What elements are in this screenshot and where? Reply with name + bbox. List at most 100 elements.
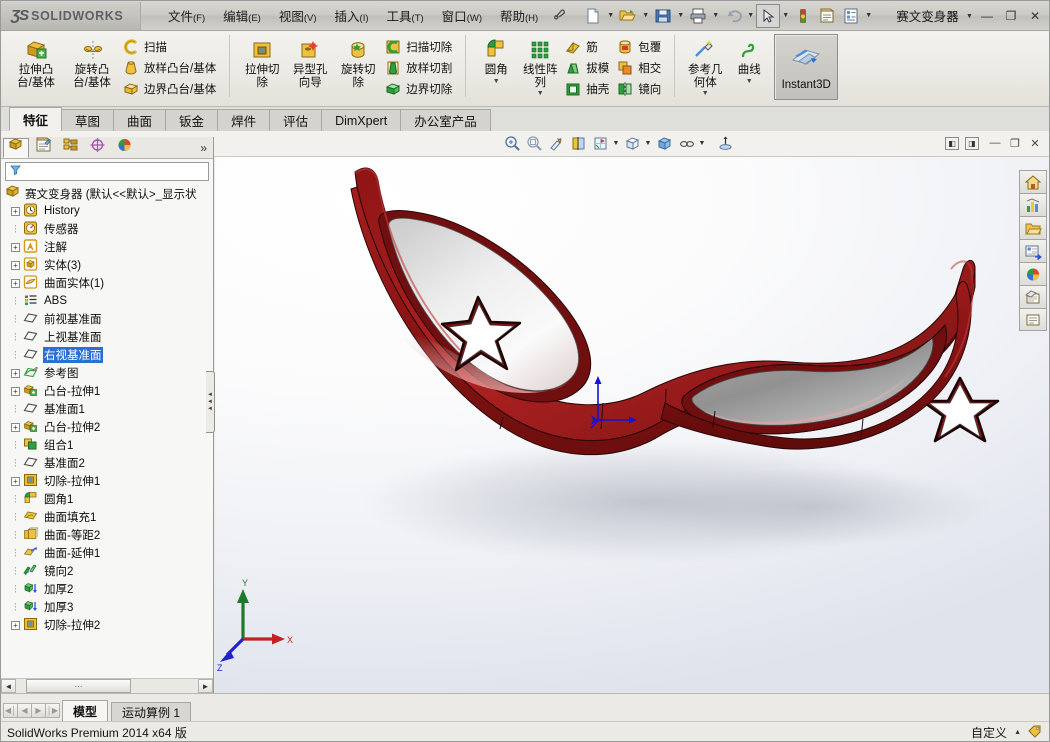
feature-tree-item[interactable]: ABS xyxy=(1,292,213,310)
display-style-caret[interactable]: ▼ xyxy=(643,133,653,155)
fillet-caret[interactable]: ▼ xyxy=(475,78,517,85)
close-window-icon[interactable]: ✕ xyxy=(1025,133,1045,153)
apply-scene-icon[interactable] xyxy=(714,133,736,155)
feature-tree-item[interactable]: 曲面-延伸1 xyxy=(1,544,213,562)
feature-tree-item[interactable]: + 凸台-拉伸1 xyxy=(1,382,213,400)
minimize-button[interactable]: — xyxy=(975,5,999,27)
model-3d-view[interactable]: Y X Z xyxy=(215,157,1050,693)
feature-tree-item[interactable]: + 切除-拉伸1 xyxy=(1,472,213,490)
expand-toggle[interactable]: + xyxy=(11,422,20,432)
swept-boss-button[interactable]: 扫描 xyxy=(120,36,221,57)
open-document-icon[interactable] xyxy=(616,4,640,28)
select-caret[interactable]: ▼ xyxy=(780,4,791,28)
feature-tree-item[interactable]: 曲面填充1 xyxy=(1,508,213,526)
print-icon[interactable] xyxy=(686,4,710,28)
feature-tree-item[interactable]: 上视基准面 xyxy=(1,328,213,346)
scroll-right-arrow[interactable]: ► xyxy=(198,679,213,693)
expand-panel-chevron[interactable]: » xyxy=(200,141,207,155)
extruded-cut-button[interactable]: 拉伸切除 xyxy=(238,33,286,90)
feature-tree-item[interactable]: 组合1 xyxy=(1,436,213,454)
solidworks-resources-icon[interactable] xyxy=(1019,193,1047,216)
graphics-area[interactable]: Y X Z xyxy=(215,157,1050,693)
save-caret[interactable]: ▼ xyxy=(675,4,686,28)
options-icon[interactable] xyxy=(815,4,839,28)
customize-label[interactable]: 自定义 xyxy=(971,724,1007,741)
custom-properties-icon[interactable] xyxy=(1019,308,1047,331)
draft-button[interactable]: 拔模 xyxy=(562,57,614,78)
feature-tree-item[interactable]: 基准面1 xyxy=(1,400,213,418)
feature-tree-item[interactable]: + 凸台-拉伸2 xyxy=(1,418,213,436)
save-icon[interactable] xyxy=(651,4,675,28)
display-style-icon[interactable] xyxy=(621,133,643,155)
scroll-thumb[interactable]: ⋯ xyxy=(26,679,131,693)
new-document-icon[interactable] xyxy=(581,4,605,28)
feature-tree-item[interactable]: + 切除-拉伸2 xyxy=(1,616,213,634)
feature-tree-item[interactable]: + 参考图 xyxy=(1,364,213,382)
feature-tree-item[interactable]: 圆角1 xyxy=(1,490,213,508)
doc-tab-model[interactable]: 模型 xyxy=(62,700,109,721)
tab-surfaces[interactable]: 曲面 xyxy=(113,109,167,131)
feature-tree-root[interactable]: 赛文变身器 (默认<<默认>_显示状 xyxy=(1,185,213,202)
design-library-icon[interactable] xyxy=(1019,216,1047,239)
feature-tree-filter[interactable] xyxy=(5,162,209,181)
feature-tree-horizontal-scrollbar[interactable]: ◄ ⋯ ► xyxy=(1,678,213,693)
feature-tree-item[interactable]: 基准面2 xyxy=(1,454,213,472)
next-tab-button[interactable]: ▶ xyxy=(31,703,46,718)
print-caret[interactable]: ▼ xyxy=(710,4,721,28)
restore-pane-left-icon[interactable]: ◧ xyxy=(945,136,959,150)
scroll-left-arrow[interactable]: ◄ xyxy=(1,679,16,693)
tab-display-manager[interactable] xyxy=(111,138,137,158)
doc-tab-motion-study-1[interactable]: 运动算例 1 xyxy=(111,702,192,721)
tab-sheet-metal[interactable]: 钣金 xyxy=(165,109,219,131)
open-document-caret[interactable]: ▼ xyxy=(640,4,651,28)
curves-caret[interactable]: ▼ xyxy=(728,78,770,85)
last-tab-button[interactable]: │▶ xyxy=(45,703,60,718)
expand-toggle[interactable]: + xyxy=(11,242,20,252)
boundary-boss-button[interactable]: 边界凸台/基体 xyxy=(120,78,221,99)
section-view-icon[interactable] xyxy=(567,133,589,155)
swept-cut-button[interactable]: 扫描切除 xyxy=(382,36,457,57)
menu-view[interactable]: 视图(V) xyxy=(270,2,326,29)
intersect-button[interactable]: 相交 xyxy=(614,57,666,78)
pin-icon[interactable] xyxy=(552,7,567,25)
menu-insert[interactable]: 插入(I) xyxy=(326,2,378,29)
zoom-to-fit-icon[interactable] xyxy=(501,133,523,155)
feature-tree-item[interactable]: 镜向2 xyxy=(1,562,213,580)
help-icon[interactable]: ? xyxy=(940,5,964,27)
reference-geometry-button[interactable]: 参考几 何体 ▼ xyxy=(683,33,727,98)
feature-tree-item[interactable]: + 注解 xyxy=(1,238,213,256)
mirror-button[interactable]: 镜向 xyxy=(614,78,666,99)
feature-tree-item[interactable]: 加厚2 xyxy=(1,580,213,598)
rebuild-icon[interactable] xyxy=(791,4,815,28)
tab-office-products[interactable]: 办公室产品 xyxy=(400,109,491,131)
curves-button[interactable]: 曲线 ▼ xyxy=(727,33,771,86)
first-tab-button[interactable]: ◀│ xyxy=(3,703,18,718)
view-orientation-icon[interactable] xyxy=(589,133,611,155)
rib-button[interactable]: 筋 xyxy=(562,36,614,57)
hide-show-items-icon[interactable] xyxy=(653,133,675,155)
wrap-button[interactable]: 包覆 xyxy=(614,36,666,57)
instant3d-button[interactable]: Instant3D xyxy=(774,34,839,100)
document-properties-icon[interactable] xyxy=(839,4,863,28)
feature-tree-item[interactable]: 加厚3 xyxy=(1,598,213,616)
feature-tree-item[interactable]: 传感器 xyxy=(1,220,213,238)
feature-tree-item[interactable]: 右视基准面 xyxy=(1,346,213,364)
appearance-caret[interactable]: ▼ xyxy=(697,133,707,155)
feature-tree-filter-input[interactable] xyxy=(22,164,208,179)
help-caret[interactable]: ▼ xyxy=(964,4,975,28)
expand-toggle[interactable]: + xyxy=(11,386,20,396)
undo-icon[interactable] xyxy=(721,4,745,28)
view-orientation-caret[interactable]: ▼ xyxy=(611,133,621,155)
prev-tab-button[interactable]: ◀ xyxy=(17,703,32,718)
previous-view-icon[interactable] xyxy=(545,133,567,155)
tab-configuration-manager[interactable] xyxy=(57,138,83,158)
extruded-boss-base-button[interactable]: 拉伸凸 台/基体 xyxy=(8,33,64,90)
tag-icon[interactable] xyxy=(1028,724,1043,741)
tab-dimxpert-manager[interactable] xyxy=(84,138,110,158)
expand-toggle[interactable]: + xyxy=(11,206,20,216)
feature-tree-item[interactable]: 前视基准面 xyxy=(1,310,213,328)
scroll-track[interactable]: ⋯ xyxy=(16,679,198,693)
menu-edit[interactable]: 编辑(E) xyxy=(214,2,270,29)
file-explorer-icon[interactable] xyxy=(1019,239,1047,262)
tab-dimxpert[interactable]: DimXpert xyxy=(321,109,402,131)
